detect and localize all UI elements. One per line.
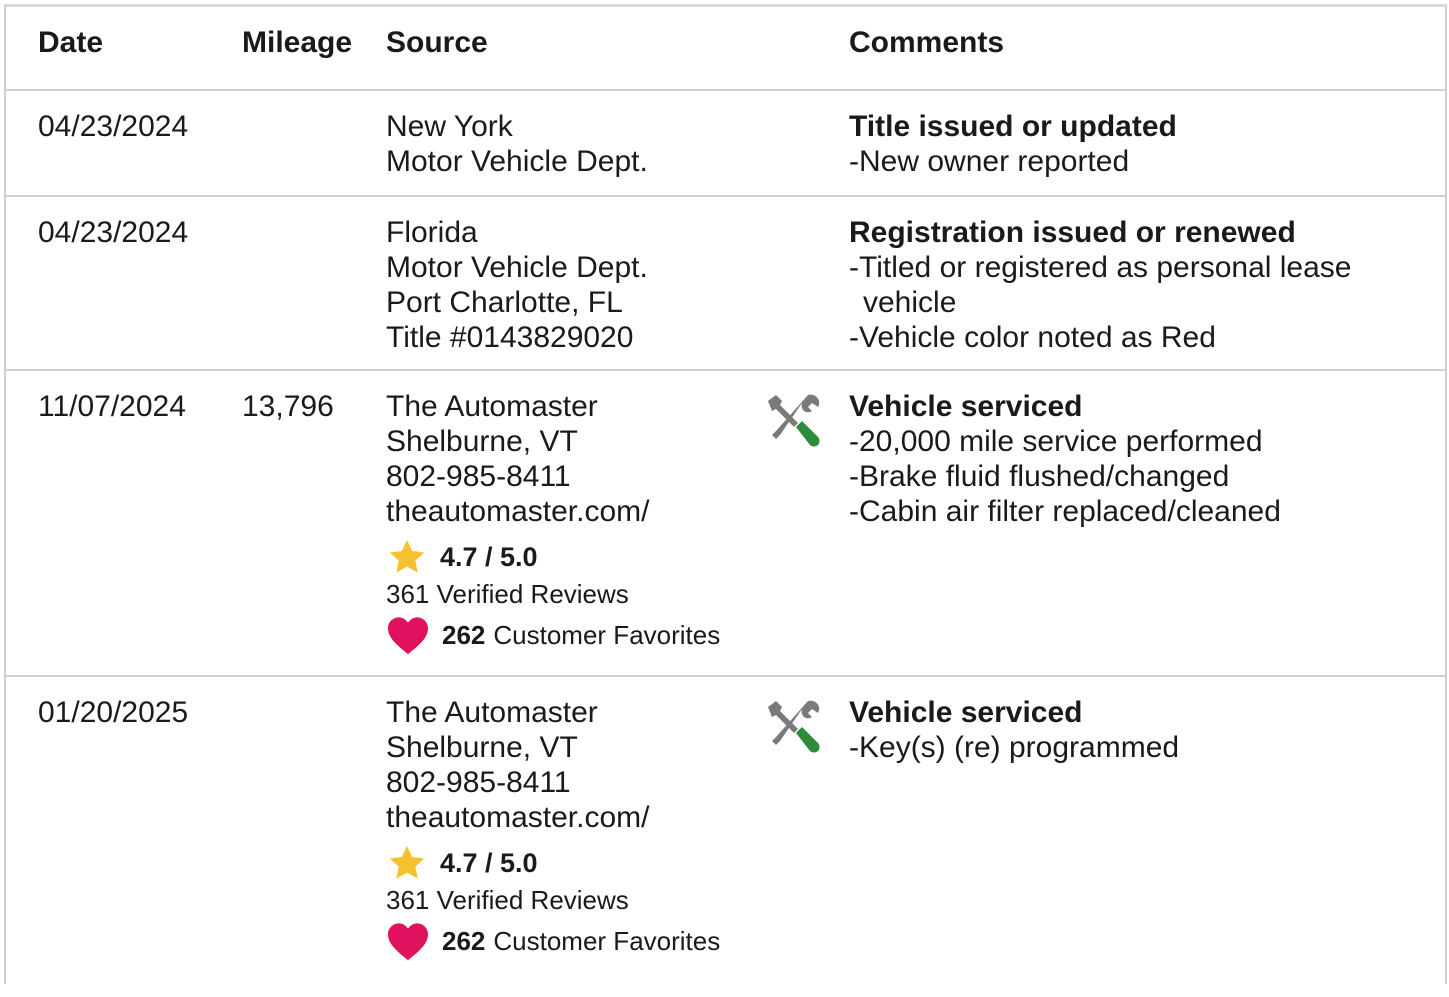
- customer-favorites: 262 Customer Favorites: [386, 921, 720, 961]
- table-row: 11/07/2024 13,796 The Automaster Shelbur…: [6, 371, 1445, 677]
- shop-rating[interactable]: 4.7 / 5.0: [386, 843, 720, 883]
- record-comments: Vehicle serviced -20,000 mile service pe…: [849, 389, 1439, 529]
- wrench-screwdriver-icon: [768, 394, 820, 447]
- record-mileage: 13,796: [242, 390, 334, 423]
- favorites-label: Customer Favorites: [493, 619, 721, 650]
- table-row: 04/23/2024 Florida Motor Vehicle Dept. P…: [6, 197, 1445, 371]
- favorites-count: 262: [442, 925, 486, 956]
- shop-rating[interactable]: 4.7 / 5.0: [386, 537, 720, 577]
- record-comments: Vehicle serviced -Key(s) (re) programmed: [849, 695, 1439, 765]
- heart-icon: [388, 923, 428, 961]
- source-line: New York: [386, 110, 513, 143]
- header-source: Source: [386, 26, 488, 59]
- favorites-label: Customer Favorites: [493, 925, 721, 956]
- source-line: The Automaster: [386, 390, 598, 423]
- star-icon: [389, 846, 425, 879]
- record-source: New York Motor Vehicle Dept.: [386, 109, 648, 179]
- table-row: 01/20/2025 The Automaster Shelburne, VT …: [6, 677, 1445, 997]
- source-line: Florida: [386, 216, 478, 249]
- header-comments: Comments: [849, 26, 1005, 59]
- table-header: Date Mileage Source Comments: [6, 7, 1445, 91]
- comment-item: -20,000 mile service performed: [849, 425, 1263, 458]
- record-source: The Automaster Shelburne, VT 802-985-841…: [386, 389, 720, 655]
- vehicle-history-table: Date Mileage Source Comments 04/23/2024 …: [4, 4, 1447, 984]
- source-line: Shelburne, VT: [386, 731, 578, 764]
- comment-title: Vehicle serviced: [849, 390, 1083, 423]
- source-line: Title #0143829020: [386, 321, 634, 354]
- source-line: Motor Vehicle Dept.: [386, 145, 648, 178]
- comment-title: Title issued or updated: [849, 110, 1177, 143]
- verified-reviews-link[interactable]: 361 Verified Reviews: [386, 577, 720, 611]
- star-icon: [389, 540, 425, 573]
- wrench-screwdriver-icon: [768, 700, 820, 753]
- comment-title: Vehicle serviced: [849, 696, 1083, 729]
- record-date: 01/20/2025: [38, 696, 189, 729]
- record-source: The Automaster Shelburne, VT 802-985-841…: [386, 695, 720, 961]
- record-comments: Title issued or updated -New owner repor…: [849, 109, 1439, 179]
- shop-website-link[interactable]: theautomaster.com/: [386, 800, 720, 835]
- verified-reviews-link[interactable]: 361 Verified Reviews: [386, 883, 720, 917]
- customer-favorites: 262 Customer Favorites: [386, 615, 720, 655]
- comment-title: Registration issued or renewed: [849, 216, 1296, 249]
- header-date: Date: [38, 26, 104, 59]
- record-date: 11/07/2024: [38, 390, 186, 423]
- comment-item: -Cabin air filter replaced/cleaned: [849, 495, 1281, 528]
- source-line: The Automaster: [386, 696, 598, 729]
- header-mileage: Mileage: [242, 26, 353, 59]
- comment-item: -Titled or registered as personal lease …: [849, 251, 1352, 319]
- comment-item: -Vehicle color noted as Red: [849, 321, 1216, 354]
- rating-value: 4.7 / 5.0: [440, 847, 538, 878]
- source-line: Motor Vehicle Dept.: [386, 251, 648, 284]
- comment-item: -New owner reported: [849, 145, 1130, 178]
- favorites-count: 262: [442, 619, 486, 650]
- comment-item: -Brake fluid flushed/changed: [849, 460, 1230, 493]
- source-line: Shelburne, VT: [386, 425, 578, 458]
- source-line: Port Charlotte, FL: [386, 286, 623, 319]
- record-comments: Registration issued or renewed -Titled o…: [849, 215, 1439, 355]
- heart-icon: [388, 617, 428, 655]
- source-line: 802-985-8411: [386, 460, 571, 493]
- shop-website-link[interactable]: theautomaster.com/: [386, 494, 720, 529]
- record-date: 04/23/2024: [38, 216, 189, 249]
- source-line: 802-985-8411: [386, 766, 571, 799]
- table-row: 04/23/2024 New York Motor Vehicle Dept. …: [6, 91, 1445, 197]
- record-source: Florida Motor Vehicle Dept. Port Charlot…: [386, 215, 648, 355]
- rating-value: 4.7 / 5.0: [440, 541, 538, 572]
- comment-item: -Key(s) (re) programmed: [849, 731, 1180, 764]
- record-date: 04/23/2024: [38, 110, 189, 143]
